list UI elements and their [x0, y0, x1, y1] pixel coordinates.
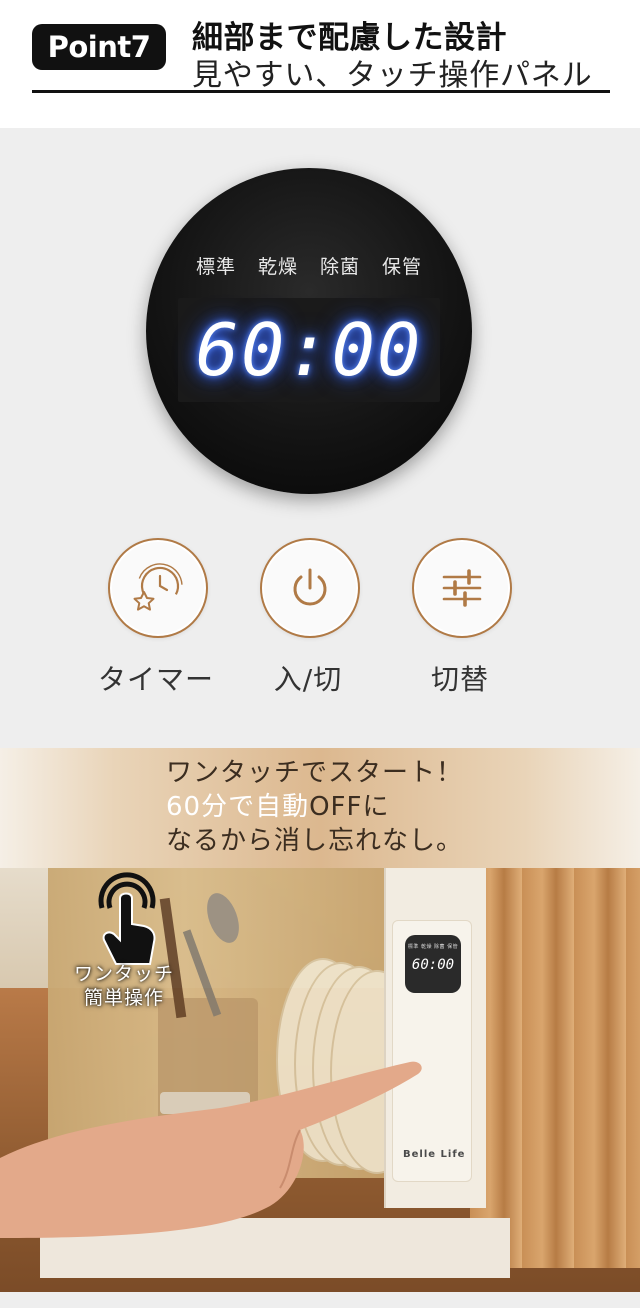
touch-label: ワンタッチ 簡単操作: [62, 962, 186, 1010]
cutting-board: [470, 868, 640, 1268]
mini-display: 標準 乾燥 除菌 保管 60:00: [405, 935, 461, 993]
bottom-strip: [0, 1292, 640, 1308]
touch-hand-icon: [98, 872, 156, 965]
title-divider: [32, 90, 610, 93]
promo-line-2-off: OFF: [309, 792, 363, 822]
promo-line-3: なるから消し忘れなし。: [166, 826, 464, 856]
time-display: 60:00: [178, 298, 440, 402]
point-badge: Point7: [32, 24, 166, 70]
mode-storage: 保管: [382, 256, 423, 278]
timer-label: タイマー: [97, 663, 214, 696]
page-subtitle: 見やすい、タッチ操作パネル: [192, 58, 593, 93]
mini-modes: 標準 乾燥 除菌 保管: [407, 944, 459, 950]
touch-label-line-1: ワンタッチ: [73, 963, 174, 985]
timer-star-icon: [133, 563, 183, 611]
promo-line-2: 60分で自動OFFに: [166, 790, 463, 824]
product-photo: 標準 乾燥 除菌 保管 60:00 Belle Life ワンタッチ 簡単操作: [0, 868, 640, 1292]
timer-button[interactable]: [108, 538, 208, 638]
promo-line-2-highlight: 60分で自動: [166, 792, 310, 822]
pointing-hand-image: [0, 1061, 422, 1238]
control-panel-section: 標準 乾燥 除菌 保管 60:00 タイマー 入/切 切替: [0, 128, 640, 748]
sliders-icon: [442, 569, 482, 607]
touch-label-line-2: 簡単操作: [83, 987, 164, 1009]
promo-banner: ワンタッチでスタート！ 60分で自動OFFに なるから消し忘れなし。: [0, 748, 640, 868]
promo-line-1: ワンタッチでスタート！: [166, 758, 464, 788]
mode-standard: 標準: [195, 256, 236, 278]
promo-line-2-end: に: [362, 792, 390, 822]
mode-list: 標準 乾燥 除菌 保管: [146, 252, 472, 279]
switch-label: 切替: [430, 663, 489, 696]
header: Point7 細部まで配慮した設計 見やすい、タッチ操作パネル: [0, 0, 640, 128]
promo-text: ワンタッチでスタート！ 60分で自動OFFに なるから消し忘れなし。: [166, 756, 463, 858]
mode-dry: 乾燥: [257, 256, 298, 278]
power-icon: [293, 568, 327, 606]
power-button[interactable]: [260, 538, 360, 638]
mode-sterilize: 除菌: [320, 256, 361, 278]
time-readout: 60:00: [195, 308, 423, 392]
power-label: 入/切: [273, 663, 343, 696]
display-dial: 標準 乾燥 除菌 保管 60:00: [146, 168, 472, 494]
mini-time: 60:00: [411, 957, 455, 973]
switch-button[interactable]: [412, 538, 512, 638]
